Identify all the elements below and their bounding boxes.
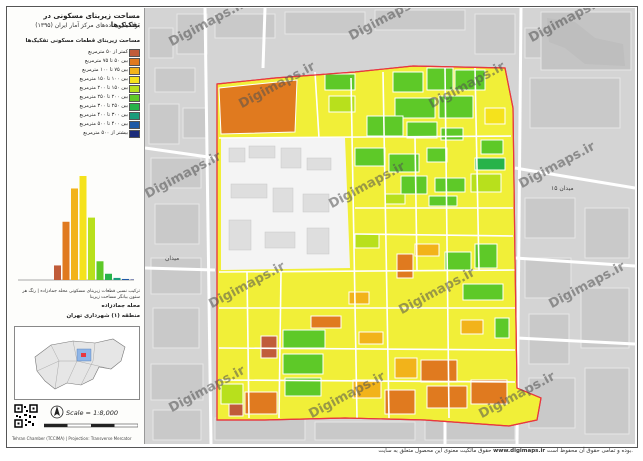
legend-item: بین ۱۰۰ تا ۱۵۰ مترمربع	[14, 75, 140, 84]
footer-site-link[interactable]: www.digimaps.ir	[493, 448, 545, 454]
legend-item: بین ۲۰۰ تا ۲۵۰ مترمربع	[14, 93, 140, 102]
legend-label: بین ۳۰۰ تا ۴۰۰ مترمربع	[79, 112, 128, 118]
location-inset-map	[14, 326, 140, 400]
scale-bar	[44, 423, 138, 428]
legend-item: بین ۳۰۰ تا ۴۰۰ مترمربع	[14, 111, 140, 120]
legend-label: بین ۱۰۰ تا ۱۵۰ مترمربع	[79, 76, 128, 82]
legend-item: بین ۷۵ تا ۱۰۰ مترمربع	[14, 66, 140, 75]
legend-swatch	[129, 112, 140, 120]
legend-swatch	[129, 103, 140, 111]
histogram-bar	[122, 278, 129, 280]
legend-swatch	[129, 121, 140, 129]
histogram-bar	[113, 277, 121, 280]
legend-swatch	[129, 94, 140, 102]
square-label: میدان ۱۵	[551, 185, 574, 192]
legend-heading: مساحت زیربنای قطعات مسکونی تفکیک‌ها	[25, 38, 141, 44]
histogram-bar	[79, 176, 87, 280]
footer-text-after: بوده و تمامی حقوق آن محفوظ است.	[546, 448, 633, 454]
neighborhood-name: محله جمادزاده	[101, 303, 140, 309]
legend-swatch	[129, 76, 140, 84]
histogram-bar	[71, 188, 78, 280]
legend-item: بیشتر از ۵۰۰ مترمربع	[14, 129, 140, 138]
legend-label: بین ۲۵۰ تا ۳۰۰ مترمربع	[79, 103, 128, 109]
district-name: منطقه (۱) شهرداری تهران	[66, 313, 140, 319]
histogram-bar	[62, 221, 70, 280]
histogram-bar	[96, 261, 104, 280]
legend-swatch	[129, 130, 140, 138]
histogram-caption: ترکیب نسبی قطعات زیربنای مسکونی محله جما…	[22, 289, 140, 300]
legend-label: بین ۵۰ تا ۷۵ مترمربع	[84, 58, 128, 64]
legend-item: کمتر از ۵۰ مترمربع	[14, 48, 140, 57]
map-subtitle: بر اساس داده‌های مرکز آمار ایران (۱۳۹۵)	[35, 22, 140, 29]
legend-label: بیشتر از ۵۰۰ مترمربع	[83, 130, 128, 136]
histogram-chart	[18, 176, 134, 281]
projection-credit: Tehran Chamber (TCCIMA) | Projection: Tr…	[12, 436, 132, 441]
north-arrow-icon	[50, 405, 64, 419]
legend-swatch	[129, 85, 140, 93]
legend-item: بین ۴۰۰ تا ۵۰۰ مترمربع	[14, 120, 140, 129]
qr-code	[14, 404, 38, 428]
legend-label: بین ۲۰۰ تا ۲۵۰ مترمربع	[79, 94, 128, 100]
legend-label: بین ۷۵ تا ۱۰۰ مترمربع	[82, 67, 128, 73]
footer-text-before: حقوق مالکیت معنوی این محصول متعلق به سای…	[378, 448, 492, 454]
legend-item: بین ۱۵۰ تا ۲۰۰ مترمربع	[14, 84, 140, 93]
histogram-bar	[130, 279, 134, 280]
legend-swatch	[129, 58, 140, 66]
legend-swatch	[129, 49, 140, 57]
scale-label: Scale = 1:8,000	[66, 409, 118, 417]
histogram-bar	[54, 265, 61, 280]
legend-swatch	[129, 67, 140, 75]
histogram-bar	[105, 273, 112, 280]
copyright-footer: حقوق مالکیت معنوی این محصول متعلق به سای…	[8, 448, 633, 454]
square-label-2: میدان	[165, 255, 179, 262]
legend-label: بین ۴۰۰ تا ۵۰۰ مترمربع	[79, 121, 128, 127]
legend-panel: مساحت زیربنای مسکونی در تفکیک‌ها بر اساس…	[8, 8, 145, 444]
histogram-bar	[88, 217, 95, 280]
legend-item: بین ۲۵۰ تا ۳۰۰ مترمربع	[14, 102, 140, 111]
legend-label: بین ۱۵۰ تا ۲۰۰ مترمربع	[79, 85, 128, 91]
map-canvas[interactable]: میدان ۱۵ میدان Digimaps.ir Digimaps.ir D…	[145, 8, 635, 444]
legend-label: کمتر از ۵۰ مترمربع	[88, 49, 128, 55]
legend-item: بین ۵۰ تا ۷۵ مترمربع	[14, 57, 140, 66]
